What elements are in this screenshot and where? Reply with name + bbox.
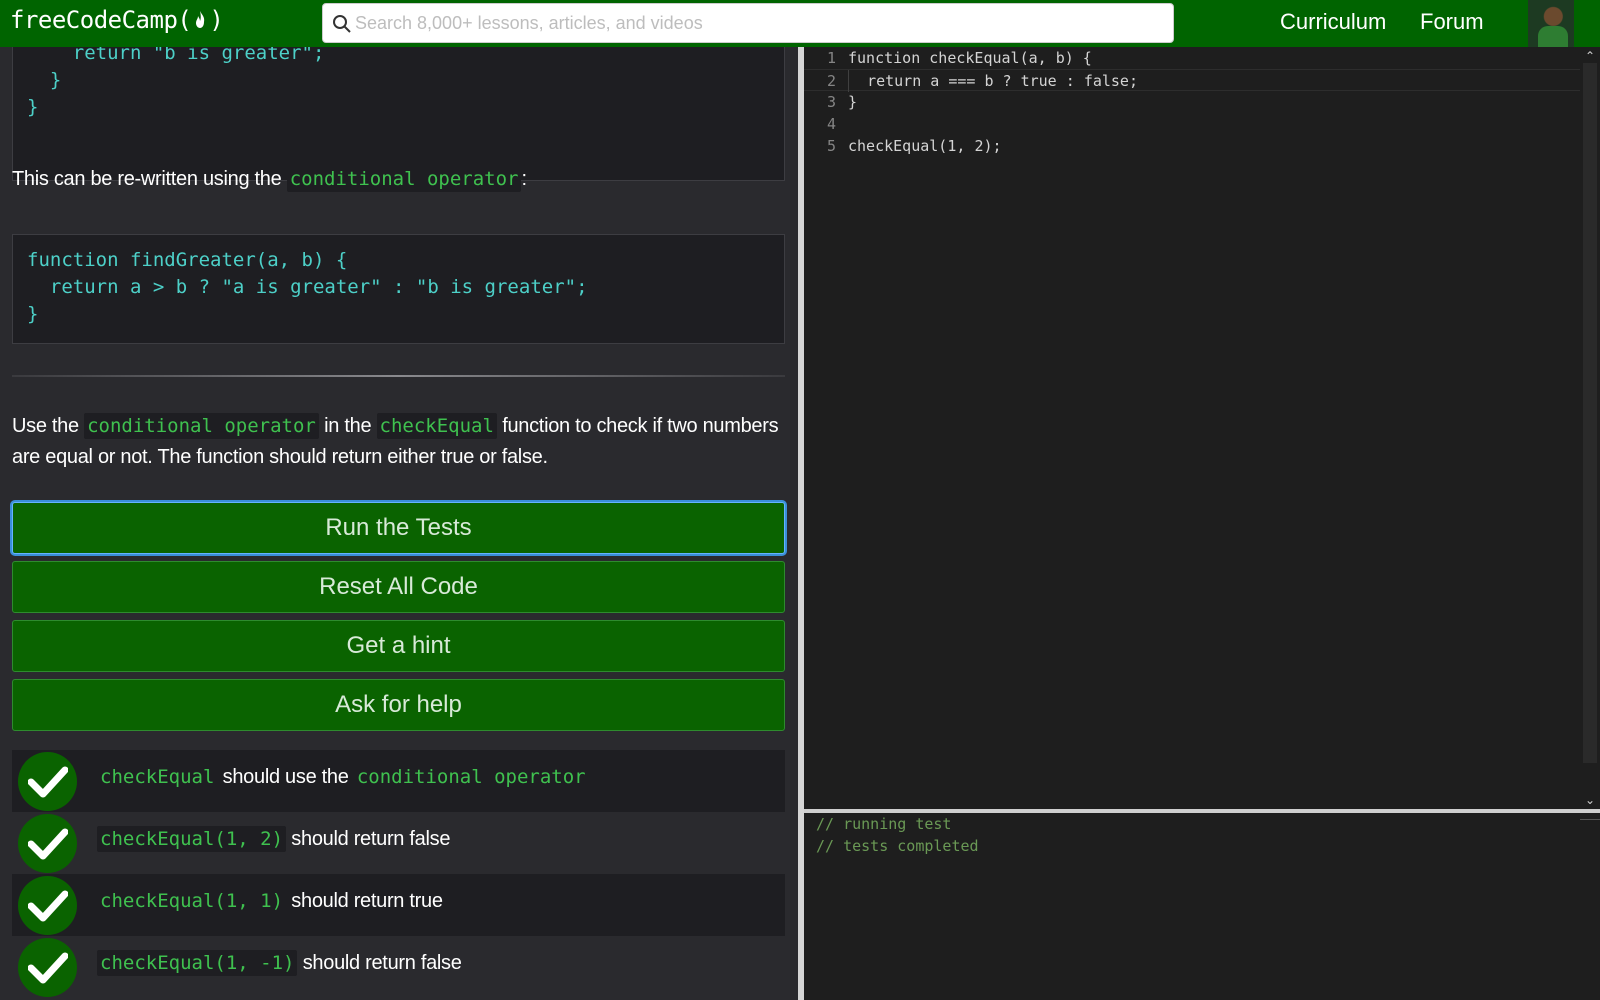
code-line: function findGreater(a, b) { [27,249,348,271]
search-icon [333,15,351,33]
chevron-up-icon[interactable]: ⌃ [1583,49,1597,63]
code-text: ; [1128,72,1138,90]
editor-line[interactable]: 5 checkEqual(1, 2); [804,135,1584,157]
intro-text: This can be re-written using the [12,168,282,190]
chevron-down-icon[interactable]: ⌄ [1583,793,1597,807]
indent-guide [848,70,867,92]
keyword: true [1020,72,1057,90]
console-line: // running test [816,815,952,833]
test-text: should use the [222,766,349,788]
intro-suffix: : [521,168,527,190]
user-avatar[interactable] [1528,0,1574,47]
code-line: return "b is greater"; [27,47,325,64]
task-text: Use the [12,415,79,437]
task-text: in the [324,415,372,437]
code-text: a === b ? [921,72,1021,90]
freecodecamp-logo[interactable]: freeCodeCamp() [10,6,224,34]
code-line: return a > b ? "a is greater" : "b is gr… [27,276,588,298]
console-scrollbar[interactable] [1580,819,1600,823]
keyword: return [867,72,922,90]
code-line: } [27,303,39,325]
test-description: checkEqual(1, -1) should return false [97,950,462,976]
code-text: ); [983,137,1002,155]
test-text: should return false [291,828,451,850]
editor-scrollbar[interactable]: ⌃ ⌄ [1580,47,1600,809]
logo-text: freeCodeCamp( [10,6,192,34]
inline-code: checkEqual(1, 2) [97,826,287,852]
pass-check-icon [18,814,77,873]
test-console-output: // running test // tests completed [804,813,1600,1000]
test-description: checkEqual should use the conditional op… [97,764,589,790]
test-row: checkEqual(1, 2) should return false [12,812,785,874]
line-number: 5 [826,137,836,155]
section-divider [12,375,785,377]
search-input[interactable] [355,4,1155,42]
pass-check-icon [18,752,77,811]
inline-code: conditional operator [286,166,522,192]
editor-line[interactable]: 3} [804,91,1584,113]
test-row: checkEqual(1, -1) should return false [12,936,785,998]
pass-check-icon [18,938,77,997]
editor-line[interactable]: 1 function checkEqual(a, b) { [804,47,1584,69]
editor-line[interactable]: 4 [804,113,1584,135]
inline-code: conditional operator [84,413,319,439]
line-number: 2 [826,72,836,90]
test-text: should return true [291,890,443,912]
test-row: checkEqual(1, 1) should return true [12,874,785,936]
editor-line-active[interactable]: 2 return a === b ? true : false; [804,69,1584,92]
keyword: false [1083,72,1129,90]
code-line: } [27,96,39,118]
inline-code: checkEqual(1, -1) [97,950,298,976]
reset-code-button[interactable]: Reset All Code [12,561,785,613]
code-line: } [27,69,62,91]
keyword: function [848,49,921,67]
nav-link-curriculum[interactable]: Curriculum [1280,9,1386,35]
search-box[interactable] [322,3,1174,43]
console-line: // tests completed [816,837,979,855]
code-text: , [956,137,975,155]
nav-link-forum[interactable]: Forum [1420,9,1484,35]
task-instructions: Use the conditional operator in the chec… [12,411,787,473]
top-navbar: freeCodeCamp() Curriculum Forum [0,0,1600,47]
code-text: checkEqual( [848,137,948,155]
code-text: : [1056,72,1084,90]
inline-code: checkEqual [97,764,218,790]
test-description: checkEqual(1, 1) should return true [97,888,443,914]
lesson-pane: return "b is greater"; }} This can be re… [0,47,798,1000]
inline-code: conditional operator [353,764,589,790]
pass-check-icon [18,876,77,935]
test-description: checkEqual(1, 2) should return false [97,826,451,852]
inline-code: checkEqual [376,413,497,439]
test-row: checkEqual should use the conditional op… [12,750,785,812]
get-hint-button[interactable]: Get a hint [12,620,785,672]
lesson-paragraph-intro: This can be re-written using the conditi… [12,164,787,195]
run-tests-button[interactable]: Run the Tests [12,502,785,554]
test-text: should return false [302,952,462,974]
example-code-block-ternary: function findGreater(a, b) { return a > … [12,234,785,344]
scrollbar-thumb[interactable] [1583,63,1597,763]
ask-help-button[interactable]: Ask for help [12,679,785,731]
code-text: checkEqual(a, b) { [920,49,1092,67]
line-number: 1 [826,49,836,67]
code-editor[interactable]: 1 function checkEqual(a, b) { 2 return a … [804,47,1600,809]
inline-code: checkEqual(1, 1) [97,888,287,914]
line-number: 4 [826,115,836,133]
example-code-block-if-else: return "b is greater"; }} [12,47,785,181]
code-text: } [848,93,858,111]
logo-close: ) [209,6,224,34]
flame-icon [196,11,205,28]
line-number: 3 [826,93,836,111]
